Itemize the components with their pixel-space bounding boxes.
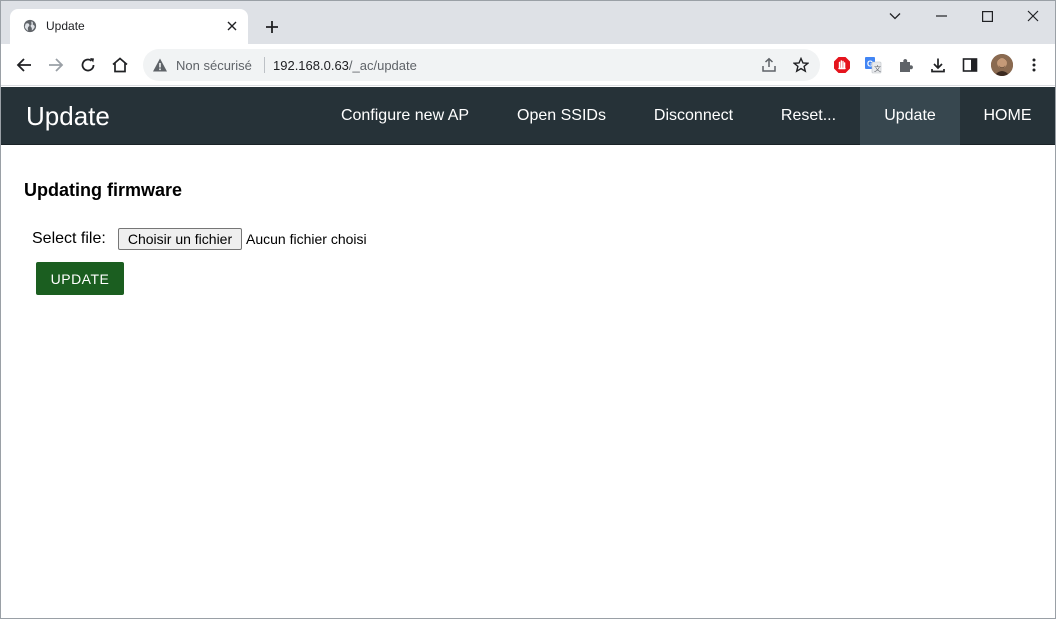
url-path: /_ac/update [348,58,417,73]
url-host: 192.168.0.63 [273,58,349,73]
nav-reset[interactable]: Reset... [757,87,860,145]
update-button[interactable]: UPDATE [36,262,124,295]
puzzle-icon[interactable] [894,53,918,77]
tab-search-icon[interactable] [872,1,918,31]
close-window-icon[interactable] [1010,1,1055,31]
more-menu-icon[interactable] [1022,53,1046,77]
forward-arrow-icon[interactable] [42,51,70,79]
address-bar[interactable]: Non sécurisé 192.168.0.63/_ac/update [143,49,820,81]
google-translate-icon[interactable]: G文 [861,53,885,77]
security-status-label[interactable]: Non sécurisé [176,58,252,73]
profile-avatar[interactable] [991,54,1013,76]
tab-update[interactable]: Update [10,9,248,44]
site-navbar: Update Configure new AP Open SSIDs Disco… [1,87,1055,145]
tab-strip: Update [1,1,1055,44]
choose-file-button[interactable]: Choisir un fichier [118,228,242,250]
warning-triangle-icon[interactable] [152,57,168,73]
maximize-icon[interactable] [964,1,1010,31]
omnibox-separator [264,57,265,73]
svg-text:文: 文 [874,64,881,73]
globe-icon [23,19,37,33]
nav-disconnect[interactable]: Disconnect [630,87,757,145]
back-arrow-icon[interactable] [10,51,38,79]
browser-window: Update Non sécurisé 192.168.0.63/_ac/upd… [0,0,1056,619]
page-content: Updating firmware Select file: Choisir u… [1,146,1055,618]
side-panel-icon[interactable] [958,53,982,77]
page-title: Updating firmware [24,180,183,200]
url-text[interactable]: 192.168.0.63/_ac/update [273,58,417,73]
nav-home[interactable]: HOME [960,87,1055,145]
nav-open-ssids[interactable]: Open SSIDs [493,87,630,145]
select-file-label: Select file: [32,230,106,247]
adblock-icon[interactable] [830,53,854,77]
tab-title: Update [46,19,85,33]
new-tab-icon[interactable] [260,15,284,39]
site-brand: Update [26,101,110,131]
home-icon[interactable] [106,51,134,79]
reload-icon[interactable] [74,51,102,79]
bookmark-star-icon[interactable] [789,53,813,77]
minimize-icon[interactable] [918,1,964,31]
nav-update[interactable]: Update [860,87,960,145]
browser-toolbar: Non sécurisé 192.168.0.63/_ac/update G文 [1,44,1055,86]
close-tab-icon[interactable] [223,17,241,35]
download-icon[interactable] [926,53,950,77]
share-icon[interactable] [757,53,781,77]
file-status-text: Aucun fichier choisi [246,231,367,247]
nav-configure-new-ap[interactable]: Configure new AP [317,87,493,145]
